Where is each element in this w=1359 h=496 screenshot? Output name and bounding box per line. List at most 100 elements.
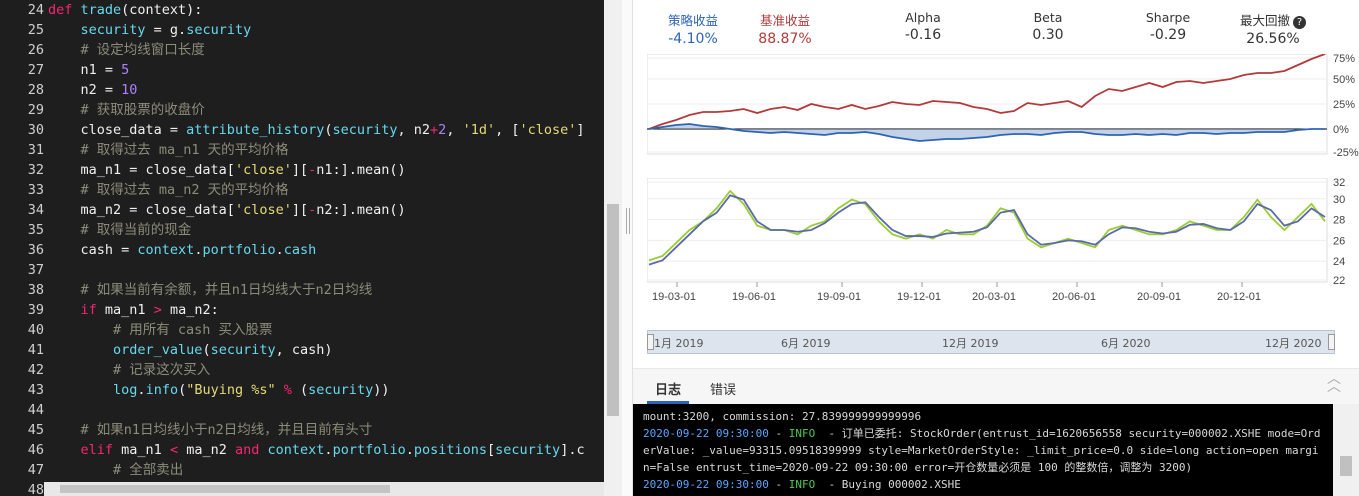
- navigator-label: 12月 2019: [942, 337, 999, 350]
- metric-label: Beta: [1033, 10, 1063, 25]
- code-line[interactable]: 24 def trade(context):: [0, 0, 203, 20]
- line-number: 25: [27, 22, 44, 38]
- code-text: close_data = attribute_history(security,…: [48, 122, 585, 138]
- pane-splitter[interactable]: [622, 0, 633, 496]
- code-line[interactable]: 48: [0, 480, 48, 496]
- code-line[interactable]: 33 # 取得过去 ma_n2 天的平均价格: [0, 180, 289, 200]
- code-text: # 如果n1日均线小于n2日均线，并且目前有头寸: [48, 422, 373, 438]
- code-line[interactable]: 45 # 如果n1日均线小于n2日均线，并且目前有头寸: [0, 420, 373, 440]
- code-text: n1 = 5: [48, 62, 130, 78]
- metric-card: 最大回撤? 26.56%: [1213, 10, 1333, 47]
- navigator-label: 12月 2020: [1265, 337, 1322, 350]
- line-number: 34: [27, 202, 44, 218]
- ma-chart: 32 30 28 26 24 22 19-03-01 19-06-01 19-09-01 19-1…: [647, 178, 1345, 303]
- y-tick-label: 50%: [1333, 74, 1355, 86]
- code-text: # 记录这次买入: [48, 362, 211, 378]
- log-line: n=False entrust_time=2020-09-22 09:30:00…: [643, 461, 1193, 474]
- navigator-label: 6月 2019: [781, 337, 831, 350]
- metric-label: 最大回撤?: [1213, 10, 1333, 29]
- line-number: 38: [27, 282, 44, 298]
- x-tick-label: 19-03-01: [652, 291, 696, 303]
- splitter-grip-icon[interactable]: [626, 208, 630, 234]
- code-line[interactable]: 39 if ma_n1 > ma_n2:: [0, 300, 219, 320]
- code-line[interactable]: 38 # 如果当前有余额，并且n1日均线大于n2日均线: [0, 280, 373, 300]
- code-line[interactable]: 25 security = g.security: [0, 20, 251, 40]
- metric-value: 26.56%: [1246, 31, 1300, 47]
- y-tick-label: 32: [1333, 178, 1345, 189]
- code-line[interactable]: 43 log.info("Buying %s" % (security)): [0, 380, 390, 400]
- line-number: 46: [27, 442, 44, 458]
- metric-value: -0.16: [904, 27, 942, 43]
- log-line: 2020-09-22 09:30:00 - INFO - 订单已委托: Stoc…: [643, 427, 1321, 440]
- range-navigator[interactable]: 1月 2019 6月 2019 12月 2019 6月 2020 12月 202…: [647, 330, 1335, 354]
- metric-value: 0.30: [1032, 27, 1064, 43]
- scrollbar-thumb[interactable]: [60, 485, 390, 493]
- code-editor[interactable]: 24 def trade(context): 25 security = g.sec…: [0, 0, 604, 496]
- y-tick-label: 30: [1333, 194, 1345, 206]
- y-tick-label: -25%: [1333, 147, 1359, 159]
- question-circle-icon[interactable]: ?: [1293, 16, 1306, 29]
- x-tick-label: 20-03-01: [972, 291, 1016, 303]
- code-text: if ma_n1 > ma_n2:: [80, 302, 219, 318]
- line-number: 33: [27, 182, 44, 198]
- scrollbar-thumb[interactable]: [607, 204, 619, 416]
- log-output: mount:3200, commission: 27.8399999999999…: [633, 404, 1333, 496]
- code-line[interactable]: 42 # 记录这次买入: [0, 360, 211, 380]
- code-line[interactable]: 30 close_data = attribute_history(securi…: [0, 120, 585, 140]
- line-number: 40: [27, 322, 44, 338]
- code-line[interactable]: 37: [0, 260, 48, 280]
- navigator-handle-right[interactable]: [1328, 334, 1335, 350]
- code-line[interactable]: 34 ma_n2 = close_data['close'][-n2:].mea…: [0, 200, 406, 220]
- code-text: order_value(security, cash): [113, 342, 333, 358]
- code-line[interactable]: 28 n2 = 10: [0, 80, 138, 100]
- editor-horizontal-scrollbar[interactable]: [44, 482, 604, 496]
- tab-log[interactable]: 日志: [655, 379, 681, 398]
- code-line[interactable]: 32 ma_n1 = close_data['close'][-n1:].mea…: [0, 160, 406, 180]
- metric-label: 基准收益: [759, 13, 810, 28]
- scrollbar-thumb[interactable]: [1340, 456, 1352, 476]
- code-text: n2 = 10: [48, 82, 138, 98]
- line-number: 48: [27, 482, 44, 496]
- code-text: log.info("Buying %s" % (security)): [113, 382, 390, 398]
- collapse-icon[interactable]: ︿ ︿: [1327, 372, 1341, 394]
- metric-card: Alpha -0.16: [863, 10, 983, 43]
- line-number: 43: [27, 382, 44, 398]
- code-text: cash = context.portfolio.cash: [48, 242, 317, 258]
- y-tick-label: 75%: [1333, 54, 1355, 65]
- code-text: def trade(context):: [48, 2, 203, 18]
- code-line[interactable]: 40 # 用所有 cash 买入股票: [0, 320, 273, 340]
- log-line: mount:3200, commission: 27.8399999999999…: [643, 410, 922, 423]
- metric-card: Beta 0.30: [988, 10, 1108, 43]
- code-line[interactable]: 36 cash = context.portfolio.cash: [0, 240, 317, 260]
- code-text: # 用所有 cash 买入股票: [48, 322, 273, 338]
- log-line: erValue: _value=93315.09518399999 style=…: [643, 444, 1319, 457]
- line-number: 27: [27, 62, 44, 78]
- log-scrollbar[interactable]: [1333, 404, 1359, 496]
- editor-vertical-scrollbar[interactable]: [604, 0, 622, 496]
- code-line[interactable]: 46 elif ma_n1 < ma_n2 and context.portfo…: [0, 440, 585, 460]
- line-number: 39: [27, 302, 44, 318]
- navigator-label: 1月 2019: [654, 337, 704, 350]
- metric-value: -0.29: [1149, 27, 1187, 43]
- code-line[interactable]: 47 # 全部卖出: [0, 460, 184, 480]
- x-tick-label: 20-09-01: [1137, 291, 1181, 303]
- code-text: ma_n1 = close_data['close'][-n1:].mean(): [48, 162, 406, 178]
- code-line[interactable]: 29 # 获取股票的收盘价: [0, 100, 205, 120]
- code-text: # 设定均线窗口长度: [48, 42, 205, 58]
- metric-card: 基准收益 88.87%: [725, 10, 845, 47]
- code-line[interactable]: 26 # 设定均线窗口长度: [0, 40, 205, 60]
- results-panel: 策略收益 -4.10% 基准收益 88.87% Alpha -0.16 Beta 0.30 Sh…: [633, 0, 1359, 496]
- code-line[interactable]: 27 n1 = 5: [0, 60, 130, 80]
- tab-error[interactable]: 错误: [710, 379, 736, 398]
- line-number: 24: [27, 2, 44, 18]
- code-text: # 如果当前有余额，并且n1日均线大于n2日均线: [48, 282, 373, 298]
- code-line[interactable]: 41 order_value(security, cash): [0, 340, 333, 360]
- code-line[interactable]: 31 # 取得过去 ma_n1 天的平均价格: [0, 140, 289, 160]
- navigator-handle-left[interactable]: [647, 334, 654, 350]
- code-line[interactable]: 44: [0, 400, 48, 420]
- code-text: ma_n2 = close_data['close'][-n2:].mean(): [48, 202, 406, 218]
- log-line: 2020-09-22 09:30:00 - INFO - Buying 0000…: [643, 478, 961, 491]
- metric-label: Alpha: [905, 10, 941, 25]
- y-tick-label: 28: [1333, 215, 1345, 227]
- code-line[interactable]: 35 # 取得当前的现金: [0, 220, 192, 240]
